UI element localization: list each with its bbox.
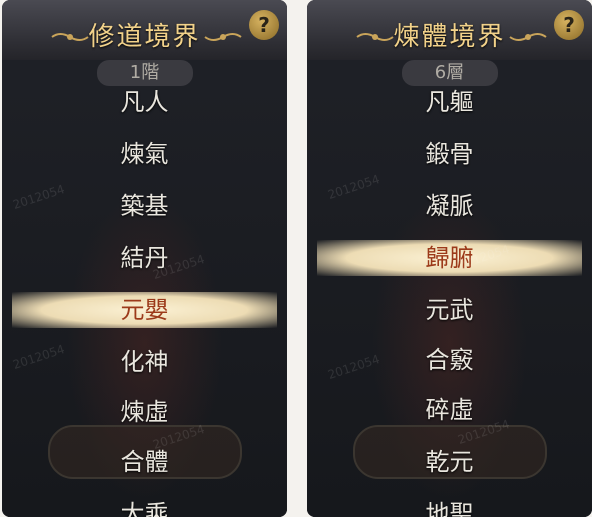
ornament-icon [204, 33, 242, 41]
realm-item[interactable]: 凝脈 [307, 184, 592, 228]
realm-item[interactable]: 合體 [2, 440, 287, 484]
panel-title: 修道境界 [88, 22, 201, 52]
panel-header: 煉體境界 ? [307, 0, 592, 63]
realm-item[interactable]: 地聖 [307, 492, 592, 517]
help-icon[interactable]: ? [554, 10, 584, 40]
realm-item[interactable]: 元武 [307, 288, 592, 332]
realm-item[interactable]: 大乘 [2, 492, 287, 517]
body-refining-realm-panel: 煉體境界 ? 6層 凡軀 鍛骨 凝脈 歸腑 元武 合竅 碎虛 乾元 地聖 201… [307, 0, 592, 517]
realm-item[interactable]: 煉氣 [2, 132, 287, 176]
realm-item[interactable]: 合竅 [307, 338, 592, 382]
realm-item[interactable]: 凡軀 [307, 80, 592, 124]
panel-title: 煉體境界 [393, 22, 506, 52]
ornament-icon [509, 33, 547, 41]
realm-item-selected[interactable]: 元嬰 [2, 288, 287, 332]
realm-list[interactable]: 6層 凡軀 鍛骨 凝脈 歸腑 元武 合竅 碎虛 乾元 地聖 2012054 20… [307, 60, 592, 517]
realm-item[interactable]: 乾元 [307, 440, 592, 484]
cultivation-realm-panel: 修道境界 ? 1階 凡人 煉氣 築基 結丹 元嬰 化神 煉虛 合體 大乘 201… [2, 0, 287, 517]
realm-item[interactable]: 煉虛 [2, 390, 287, 434]
realm-item[interactable]: 化神 [2, 340, 287, 384]
help-icon[interactable]: ? [249, 10, 279, 40]
realm-list[interactable]: 1階 凡人 煉氣 築基 結丹 元嬰 化神 煉虛 合體 大乘 2012054 20… [2, 60, 287, 517]
realm-item[interactable]: 鍛骨 [307, 132, 592, 176]
realm-item[interactable]: 築基 [2, 184, 287, 228]
realm-item[interactable]: 碎虛 [307, 388, 592, 432]
realm-item[interactable]: 凡人 [2, 80, 287, 124]
realm-item[interactable]: 結丹 [2, 236, 287, 280]
panel-header: 修道境界 ? [2, 0, 287, 63]
realm-item-selected[interactable]: 歸腑 [307, 236, 592, 280]
